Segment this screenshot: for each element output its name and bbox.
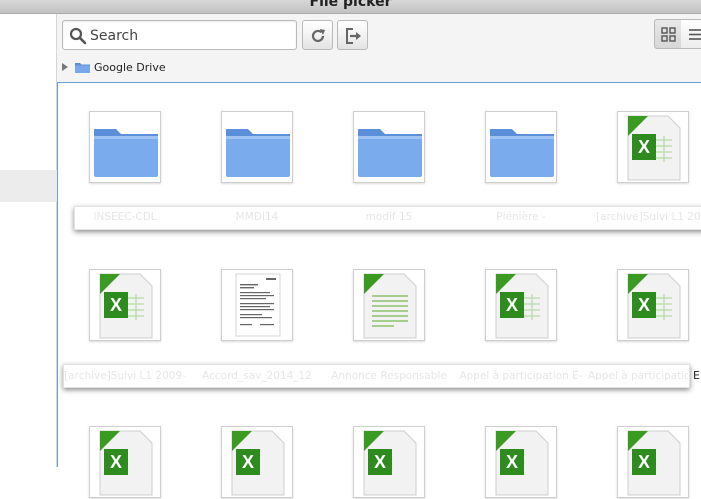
grid-view-icon: [661, 27, 676, 42]
refresh-icon: [311, 29, 325, 43]
spreadsheet-file-icon: X: [495, 430, 549, 496]
window-titlebar: File picker: [0, 0, 701, 14]
spreadsheet-file-icon: X: [99, 273, 153, 339]
refresh-button[interactable]: [302, 20, 333, 50]
file-name[interactable]: Plénière -: [456, 211, 586, 223]
logout-icon: [346, 28, 361, 44]
repository-sidebar: [0, 14, 57, 467]
breadcrumb[interactable]: Google Drive: [62, 60, 166, 74]
svg-text:X: X: [242, 452, 254, 472]
file-name[interactable]: [archive]Suivi L1 2009: [588, 211, 701, 223]
toolbar: Search Google Drive: [57, 14, 701, 84]
file-tile[interactable]: X: [353, 426, 425, 498]
file-tile[interactable]: [221, 269, 293, 341]
list-view-icon: [689, 29, 701, 40]
svg-text:X: X: [110, 452, 122, 472]
svg-text:X: X: [374, 452, 386, 472]
window-title: File picker: [309, 0, 392, 10]
file-tile[interactable]: [353, 111, 425, 183]
svg-text:X: X: [110, 295, 122, 315]
list-view-button[interactable]: [681, 19, 701, 49]
file-tile[interactable]: X: [221, 426, 293, 498]
file-name[interactable]: MMDI14: [192, 211, 322, 223]
file-tile[interactable]: X: [617, 426, 689, 498]
file-name[interactable]: Annonce Responsable: [324, 370, 454, 382]
text-document-icon: [363, 273, 417, 339]
expand-arrow-icon[interactable]: [62, 63, 68, 71]
file-name-overflow: E: [693, 369, 700, 382]
file-name[interactable]: [archive]Suivi L1 2009-: [60, 370, 190, 382]
spreadsheet-file-icon: X: [99, 430, 153, 496]
spreadsheet-file-icon: X: [627, 115, 681, 181]
file-tile[interactable]: X: [485, 269, 557, 341]
spreadsheet-file-icon: X: [363, 430, 417, 496]
svg-text:X: X: [638, 137, 650, 157]
svg-text:X: X: [638, 452, 650, 472]
folder-icon: [94, 129, 158, 177]
search-placeholder: Search: [90, 28, 139, 44]
file-name[interactable]: modif 15: [324, 211, 454, 223]
spreadsheet-file-icon: X: [231, 430, 285, 496]
file-tile[interactable]: [353, 269, 425, 341]
spreadsheet-file-icon: X: [495, 273, 549, 339]
search-input[interactable]: Search: [62, 20, 297, 50]
logout-button[interactable]: [337, 20, 368, 50]
svg-text:X: X: [506, 452, 518, 472]
file-name[interactable]: Accord_sav_2014_12: [192, 370, 322, 382]
svg-text:X: X: [506, 295, 518, 315]
spreadsheet-file-icon: X: [627, 430, 681, 496]
folder-icon: [226, 129, 290, 177]
file-name[interactable]: Appel à participation E-: [456, 370, 586, 382]
file-grid: X INSEEC-CDL MMDI14 modif 15 Plénière - …: [57, 82, 701, 498]
breadcrumb-root[interactable]: Google Drive: [94, 61, 166, 74]
folder-icon: [358, 129, 422, 177]
file-tile[interactable]: X: [617, 269, 689, 341]
file-tile[interactable]: [221, 111, 293, 183]
folder-icon: [490, 129, 554, 177]
file-tile[interactable]: [89, 111, 161, 183]
document-thumbnail-icon: [235, 273, 281, 337]
grid-view-button[interactable]: [654, 19, 682, 49]
file-tile[interactable]: X: [485, 426, 557, 498]
folder-icon: [75, 62, 90, 73]
svg-text:X: X: [638, 295, 650, 315]
file-tile[interactable]: X: [617, 111, 689, 183]
file-name[interactable]: INSEEC-CDL: [60, 211, 190, 223]
file-tile[interactable]: X: [89, 269, 161, 341]
search-icon: [69, 27, 87, 45]
file-name[interactable]: Appel à participation E: [588, 370, 688, 382]
file-tile[interactable]: X: [89, 426, 161, 498]
file-tile[interactable]: [485, 111, 557, 183]
spreadsheet-file-icon: X: [627, 273, 681, 339]
sidebar-selected-item[interactable]: [0, 170, 57, 202]
